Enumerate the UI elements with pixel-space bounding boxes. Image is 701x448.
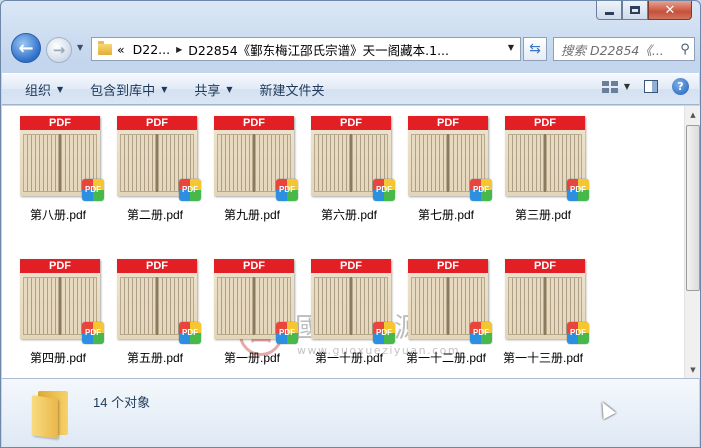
file-item[interactable]: PDF PDF 第一十三册.pdf xyxy=(497,259,589,379)
file-name[interactable]: 第一册.pdf xyxy=(200,349,304,366)
share-label: 共享 xyxy=(194,83,221,99)
pdf-banner: PDF xyxy=(20,259,100,273)
maximize-button[interactable] xyxy=(622,1,648,20)
explorer-window: ✕ ← → ▼ « D22... ▶ D22854《鄞东梅江邵氏宗谱》天一阁藏本… xyxy=(0,0,701,448)
pdf-banner: PDF xyxy=(311,116,391,130)
refresh-icon: ⇆ xyxy=(529,41,541,57)
file-item[interactable]: PDF PDF 第一册.pdf xyxy=(206,259,298,379)
pdf-banner: PDF xyxy=(408,259,488,273)
file-item[interactable]: PDF PDF 第七册.pdf xyxy=(400,116,492,236)
file-item[interactable]: PDF PDF 第八册.pdf xyxy=(12,116,104,236)
file-item[interactable]: PDF PDF 第二册.pdf xyxy=(109,116,201,236)
pdf-banner: PDF xyxy=(117,259,197,273)
file-name[interactable]: 第一十二册.pdf xyxy=(394,349,498,366)
pdf-app-icon: PDF xyxy=(373,322,395,344)
help-icon[interactable]: ? xyxy=(672,78,689,95)
new-folder-label: 新建文件夹 xyxy=(259,83,325,99)
file-name[interactable]: 第九册.pdf xyxy=(200,206,304,223)
item-count: 14 个对象 xyxy=(93,395,151,410)
pdf-app-icon: PDF xyxy=(470,322,492,344)
file-list[interactable]: 國 國學資源網 www.guoxueziyuan.com PDFPDF第八册.p… xyxy=(2,106,684,378)
breadcrumb-chevron-icon[interactable]: ▶ xyxy=(176,45,182,54)
recent-pages-dropdown[interactable]: ▼ xyxy=(77,43,87,53)
close-icon: ✕ xyxy=(664,2,676,18)
pdf-banner: PDF xyxy=(505,259,585,273)
pdf-app-icon: PDF xyxy=(276,322,298,344)
pdf-app-icon: PDF xyxy=(276,179,298,201)
maximize-icon xyxy=(630,6,640,14)
close-button[interactable]: ✕ xyxy=(648,1,692,20)
file-item[interactable]: PDF PDF 第三册.pdf xyxy=(497,116,589,236)
file-item[interactable]: PDF PDF 第一十二册.pdf xyxy=(400,259,492,379)
file-name[interactable]: 第五册.pdf xyxy=(103,349,207,366)
pdf-banner: PDF xyxy=(20,116,100,130)
back-arrow-icon: ← xyxy=(18,37,34,59)
new-folder-button[interactable]: 新建文件夹 xyxy=(256,77,329,101)
file-item[interactable]: PDF PDF 第四册.pdf xyxy=(12,259,104,379)
pdf-app-icon: PDF xyxy=(567,179,589,201)
file-item[interactable]: PDF PDF 第五册.pdf xyxy=(109,259,201,379)
preview-pane-icon[interactable] xyxy=(644,80,658,93)
include-library-label: 包含到库中 xyxy=(90,83,156,99)
file-name[interactable]: 第三册.pdf xyxy=(491,206,595,223)
share-menu[interactable]: 共享 ▼ xyxy=(190,77,236,101)
chevron-down-icon: ▼ xyxy=(226,84,233,94)
chevron-down-icon: ▼ xyxy=(57,84,64,94)
file-name[interactable]: 第六册.pdf xyxy=(297,206,401,223)
folder-icon xyxy=(32,391,72,439)
breadcrumb-item[interactable]: D22... xyxy=(133,42,170,57)
change-view-icon[interactable] xyxy=(601,80,618,93)
search-icon[interactable]: ⚲ xyxy=(676,42,694,57)
search-input[interactable]: 搜索 D22854《... xyxy=(554,40,676,59)
address-bar[interactable]: « D22... ▶ D22854《鄞东梅江邵氏宗谱》天一阁藏本.1... ▼ xyxy=(91,37,521,61)
forward-button[interactable]: → xyxy=(46,37,72,63)
minimize-icon xyxy=(604,11,614,15)
caption-buttons: ✕ xyxy=(596,1,692,20)
pdf-app-icon: PDF xyxy=(82,322,104,344)
pdf-app-icon: PDF xyxy=(82,179,104,201)
navigation-bar: ← → ▼ « D22... ▶ D22854《鄞东梅江邵氏宗谱》天一阁藏本.1… xyxy=(9,31,695,65)
file-item[interactable]: PDF PDF 第六册.pdf xyxy=(303,116,395,236)
command-bar: 组织 ▼ 包含到库中 ▼ 共享 ▼ 新建文件夹 ▼ ? xyxy=(2,73,699,105)
organize-menu[interactable]: 组织 ▼ xyxy=(21,77,67,101)
minimize-button[interactable] xyxy=(596,1,622,20)
chevron-down-icon: ▼ xyxy=(161,84,168,94)
details-pane: 14 个对象 xyxy=(2,378,699,447)
pdf-banner: PDF xyxy=(214,116,294,130)
scrollbar-thumb[interactable] xyxy=(686,125,700,291)
refresh-button[interactable]: ⇆ xyxy=(523,37,547,61)
scroll-up-icon[interactable]: ▲ xyxy=(685,106,700,123)
file-item[interactable]: PDF PDF 第一十册.pdf xyxy=(303,259,395,379)
include-in-library-menu[interactable]: 包含到库中 ▼ xyxy=(86,77,171,101)
file-name[interactable]: 第八册.pdf xyxy=(6,206,110,223)
address-dropdown-icon[interactable]: ▼ xyxy=(508,43,514,52)
file-name[interactable]: 第一十册.pdf xyxy=(297,349,401,366)
view-dropdown-icon[interactable]: ▼ xyxy=(624,82,630,91)
pdf-app-icon: PDF xyxy=(373,179,395,201)
pdf-banner: PDF xyxy=(311,259,391,273)
file-name[interactable]: 第一十三册.pdf xyxy=(491,349,595,366)
file-name[interactable]: 第二册.pdf xyxy=(103,206,207,223)
pdf-app-icon: PDF xyxy=(179,322,201,344)
back-button[interactable]: ← xyxy=(11,33,41,63)
file-name[interactable]: 第四册.pdf xyxy=(6,349,110,366)
folder-icon xyxy=(98,40,112,55)
pdf-banner: PDF xyxy=(408,116,488,130)
pdf-app-icon: PDF xyxy=(470,179,492,201)
breadcrumb-overflow[interactable]: « xyxy=(117,42,125,57)
forward-arrow-icon: → xyxy=(52,41,66,59)
breadcrumb-item-current[interactable]: D22854《鄞东梅江邵氏宗谱》天一阁藏本.1... xyxy=(188,40,449,59)
pdf-app-icon: PDF xyxy=(179,179,201,201)
pdf-banner: PDF xyxy=(214,259,294,273)
vertical-scrollbar[interactable]: ▲ ▼ xyxy=(684,106,700,378)
search-box[interactable]: 搜索 D22854《... ⚲ xyxy=(553,37,695,61)
pdf-banner: PDF xyxy=(505,116,585,130)
file-item[interactable]: PDF PDF 第九册.pdf xyxy=(206,116,298,236)
organize-label: 组织 xyxy=(25,83,52,99)
pdf-banner: PDF xyxy=(117,116,197,130)
pdf-app-icon: PDF xyxy=(567,322,589,344)
scroll-down-icon[interactable]: ▼ xyxy=(685,361,700,378)
file-name[interactable]: 第七册.pdf xyxy=(394,206,498,223)
